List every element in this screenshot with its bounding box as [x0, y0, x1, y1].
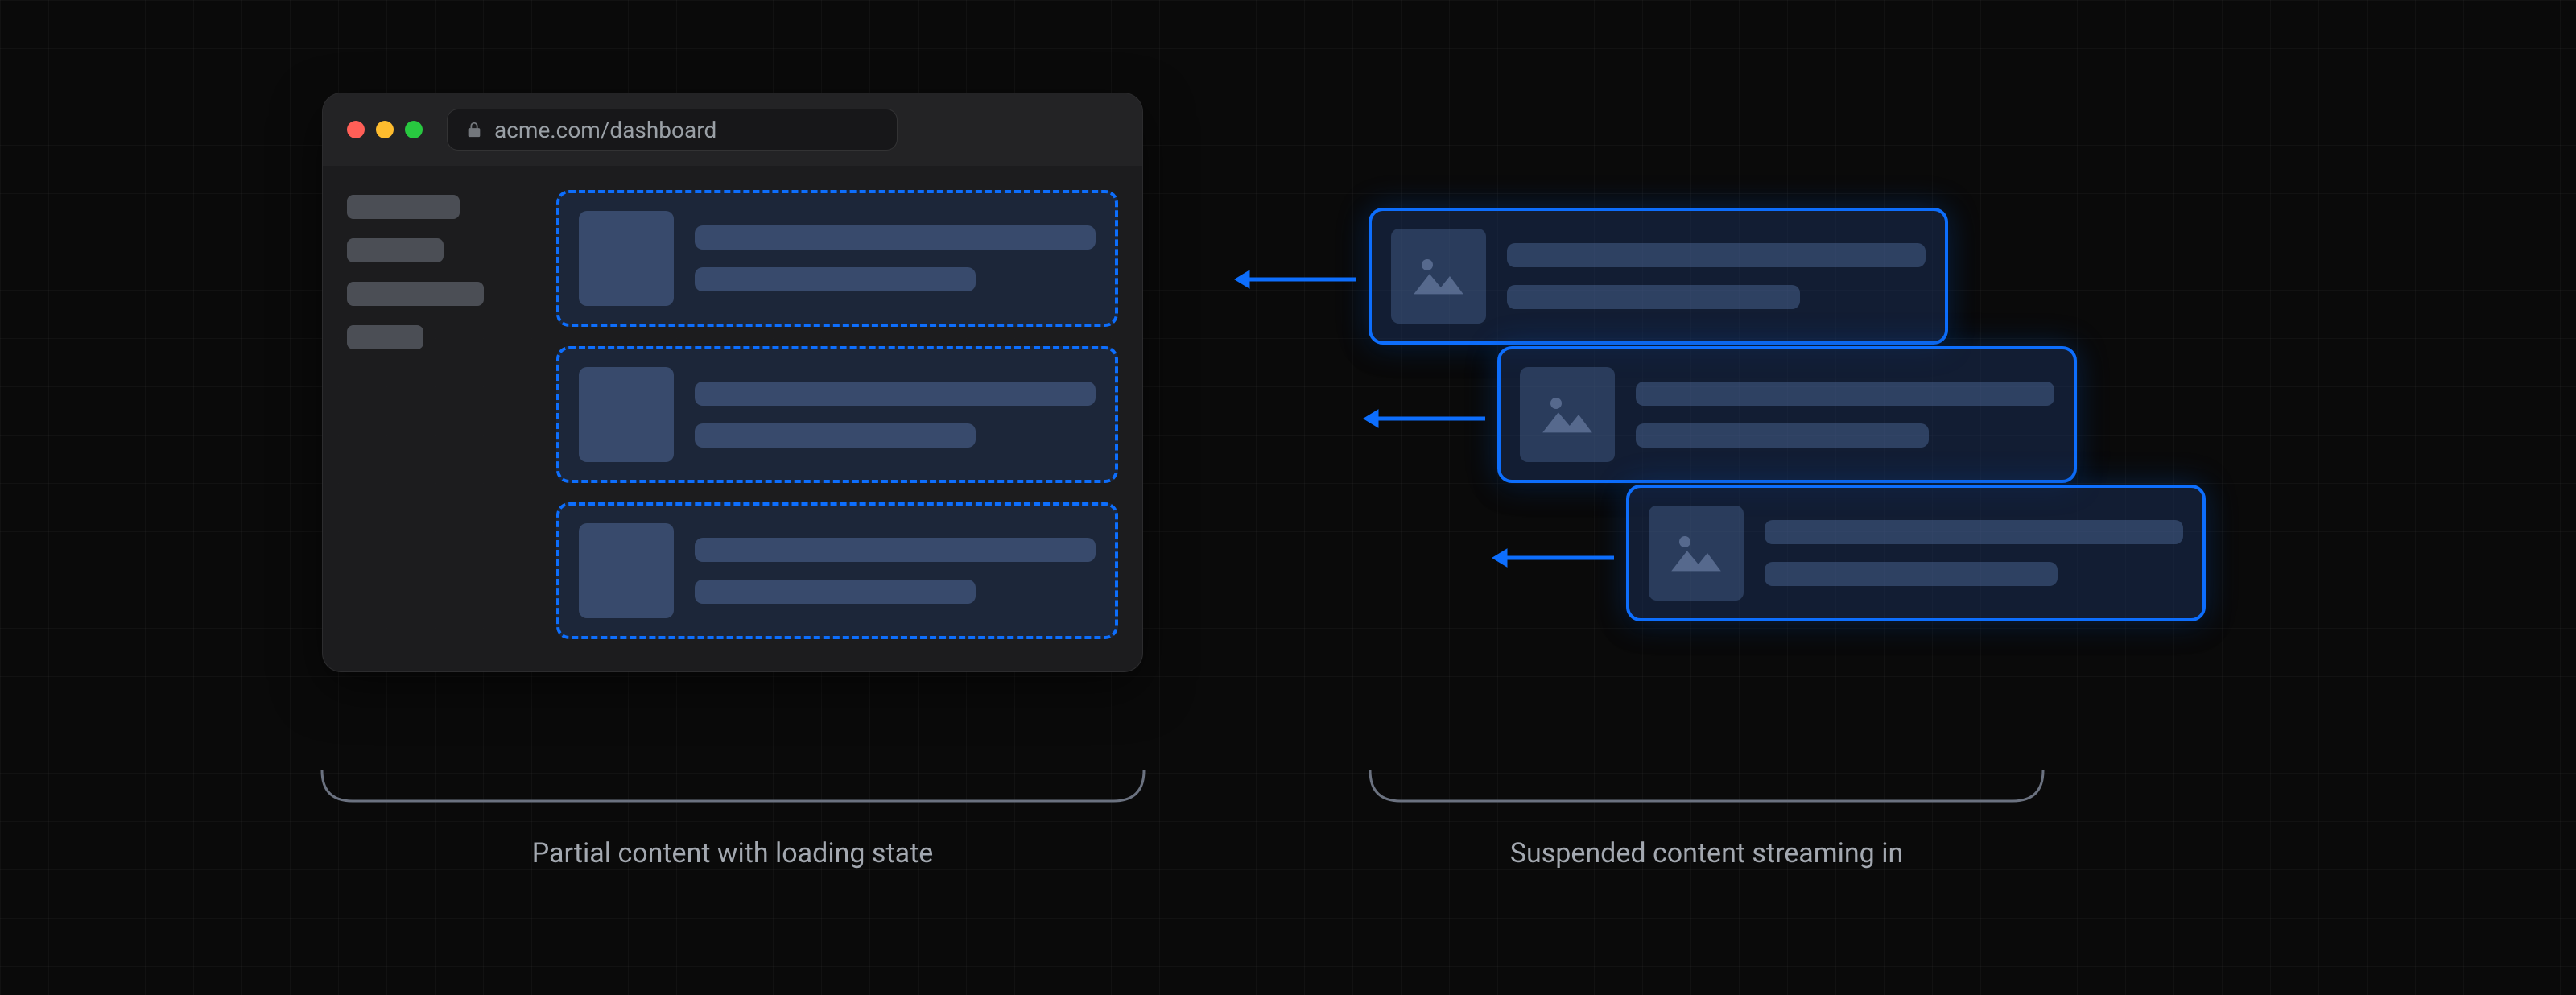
bracket-left — [320, 769, 1146, 805]
content-line — [1765, 562, 2058, 586]
image-icon — [1668, 531, 1724, 576]
skeleton-lines — [695, 225, 1096, 291]
image-icon — [1539, 392, 1596, 437]
skeleton-lines — [695, 382, 1096, 448]
diagram-stage: acme.com/dashboard — [0, 0, 2576, 995]
minimize-dot-icon — [376, 121, 394, 138]
skeleton-line — [695, 580, 976, 604]
sidebar-skeleton-item — [347, 238, 444, 262]
content-lines — [1636, 382, 2054, 448]
thumbnail — [1649, 506, 1744, 601]
sidebar-skeleton-item — [347, 325, 423, 349]
loading-card — [556, 502, 1118, 639]
content-lines — [1507, 243, 1926, 309]
skeleton-line — [695, 538, 1096, 562]
skeleton-line — [695, 267, 976, 291]
content-line — [1765, 520, 2183, 544]
caption-right: Suspended content streaming in — [1368, 837, 2045, 869]
url-text: acme.com/dashboard — [494, 117, 716, 143]
sidebar-skeleton — [347, 190, 532, 647]
bracket-right — [1368, 769, 2045, 805]
skeleton-line — [695, 423, 976, 448]
browser-body — [323, 166, 1142, 671]
loading-card — [556, 190, 1118, 327]
maximize-dot-icon — [405, 121, 423, 138]
loading-card — [556, 346, 1118, 483]
skeleton-thumbnail — [579, 367, 674, 462]
lock-icon — [465, 121, 483, 138]
content-line — [1636, 382, 2054, 406]
address-bar: acme.com/dashboard — [447, 109, 898, 151]
arrow-left-icon — [1489, 546, 1618, 570]
skeleton-lines — [695, 538, 1096, 604]
close-dot-icon — [347, 121, 365, 138]
sidebar-skeleton-item — [347, 282, 484, 306]
skeleton-line — [695, 382, 1096, 406]
browser-window: acme.com/dashboard — [322, 93, 1143, 672]
traffic-lights — [347, 121, 423, 138]
image-icon — [1410, 254, 1467, 299]
thumbnail — [1520, 367, 1615, 462]
content-line — [1507, 285, 1800, 309]
skeleton-thumbnail — [579, 211, 674, 306]
thumbnail — [1391, 229, 1486, 324]
streaming-card — [1497, 346, 2077, 483]
content-line — [1636, 423, 1929, 448]
caption-left: Partial content with loading state — [322, 837, 1143, 869]
streaming-card — [1626, 485, 2206, 621]
content-line — [1507, 243, 1926, 267]
arrow-left-icon — [1360, 407, 1489, 431]
content-lines — [1765, 520, 2183, 586]
skeleton-line — [695, 225, 1096, 250]
arrow-left-icon — [1232, 267, 1360, 291]
sidebar-skeleton-item — [347, 195, 460, 219]
loading-cards-column — [556, 190, 1118, 647]
streaming-card — [1368, 208, 1948, 345]
skeleton-thumbnail — [579, 523, 674, 618]
browser-chrome: acme.com/dashboard — [323, 93, 1142, 166]
